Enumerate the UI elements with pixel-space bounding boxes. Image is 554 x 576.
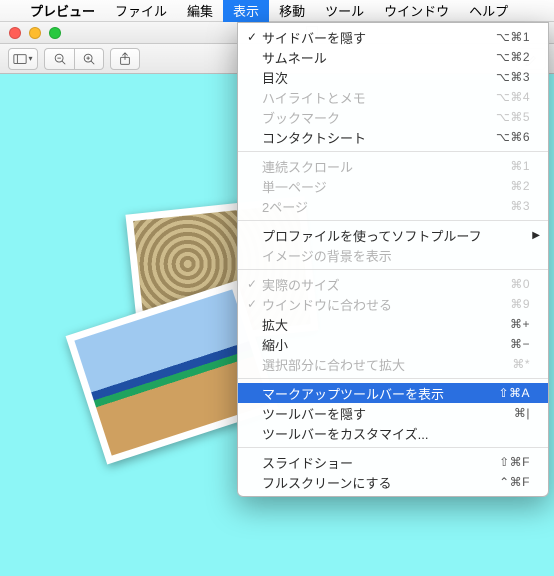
menu-item-label: 2ページ [260,197,510,216]
menu-item[interactable]: 縮小⌘− [238,334,548,354]
menu-shortcut: ⌘3 [510,199,530,213]
menu-item: 選択部分に合わせて拡大⌘* [238,354,548,374]
checkmark-icon: ✓ [244,277,260,291]
menu-item-label: サムネール [260,48,496,67]
submenu-arrow-icon: ▶ [532,230,540,241]
menu-shortcut: ⌥⌘3 [496,70,530,84]
menu-shortcut: ⌥⌘5 [496,110,530,124]
checkmark-icon: ✓ [244,297,260,311]
menu-shortcut: ⌘0 [510,277,530,291]
menu-help[interactable]: ヘルプ [459,0,518,22]
menu-item[interactable]: 拡大⌘+ [238,314,548,334]
menu-item-label: 連続スクロール [260,157,510,176]
close-button[interactable] [9,27,21,39]
menu-item[interactable]: 目次⌥⌘3 [238,67,548,87]
minimize-button[interactable] [29,27,41,39]
menu-item-label: プロファイルを使ってソフトプルーフ [260,226,530,245]
menu-shortcut: ⌥⌘4 [496,90,530,104]
menu-item-label: 単一ページ [260,177,510,196]
menu-item[interactable]: フルスクリーンにする⌃⌘F [238,472,548,492]
zoom-in-button[interactable] [74,48,104,70]
menu-go[interactable]: 移動 [269,0,315,22]
menu-item[interactable]: サムネール⌥⌘2 [238,47,548,67]
menu-item: イメージの背景を表示 [238,245,548,265]
menu-shortcut: ⌃⌘F [499,475,530,489]
menu-item-label: サイドバーを隠す [260,28,496,47]
menu-item: 連続スクロール⌘1 [238,156,548,176]
menu-item-label: ブックマーク [260,108,496,127]
zoom-button[interactable] [49,27,61,39]
menu-shortcut: ⇧⌘F [499,455,530,469]
menu-item-label: コンタクトシート [260,128,496,147]
menu-item: ブックマーク⌥⌘5 [238,107,548,127]
menu-item-label: 実際のサイズ [260,275,510,294]
menu-item-label: マークアップツールバーを表示 [260,384,498,403]
chevron-down-icon: ▾ [28,54,32,63]
menu-item: ✓ウインドウに合わせる⌘9 [238,294,548,314]
menu-shortcut: ⌘| [514,406,530,420]
menu-item-label: 選択部分に合わせて拡大 [260,355,512,374]
menu-shortcut: ⌘+ [510,317,530,331]
menu-item[interactable]: ✓サイドバーを隠す⌥⌘1 [238,27,548,47]
menu-item[interactable]: ツールバーを隠す⌘| [238,403,548,423]
menu-item-label: ウインドウに合わせる [260,295,510,314]
menu-item-label: ツールバーをカスタマイズ... [260,424,530,443]
sidebar-toggle-button[interactable]: ▾ [8,48,38,70]
menu-shortcut: ⌥⌘2 [496,50,530,64]
menu-shortcut: ⌘9 [510,297,530,311]
menu-item[interactable]: プロファイルを使ってソフトプルーフ▶ [238,225,548,245]
menu-item-label: 拡大 [260,315,510,334]
system-menubar: プレビュー ファイル 編集 表示 移動 ツール ウインドウ ヘルプ [0,0,554,22]
menu-tools[interactable]: ツール [315,0,374,22]
menu-item-label: イメージの背景を表示 [260,246,530,265]
menu-shortcut: ⌘2 [510,179,530,193]
app-menu[interactable]: プレビュー [20,0,105,22]
menu-item-label: スライドショー [260,453,499,472]
checkmark-icon: ✓ [244,30,260,44]
traffic-lights [9,27,61,39]
view-menu-dropdown: ✓サイドバーを隠す⌥⌘1サムネール⌥⌘2目次⌥⌘3ハイライトとメモ⌥⌘4ブックマ… [237,22,549,497]
menu-item[interactable]: スライドショー⇧⌘F [238,452,548,472]
menu-file[interactable]: ファイル [105,0,177,22]
menu-shortcut: ⇧⌘A [498,386,530,400]
menu-shortcut: ⌥⌘6 [496,130,530,144]
menu-view[interactable]: 表示 [223,0,269,22]
menu-item-label: ハイライトとメモ [260,88,496,107]
menu-item-label: ツールバーを隠す [260,404,514,423]
menu-shortcut: ⌥⌘1 [496,30,530,44]
menu-shortcut: ⌘* [512,357,530,371]
menu-item-label: 目次 [260,68,496,87]
menu-shortcut: ⌘− [510,337,530,351]
menu-item: 単一ページ⌘2 [238,176,548,196]
menu-item[interactable]: ツールバーをカスタマイズ... [238,423,548,443]
zoom-out-button[interactable] [44,48,74,70]
menu-item: 2ページ⌘3 [238,196,548,216]
menu-window[interactable]: ウインドウ [374,0,459,22]
menu-item-label: フルスクリーンにする [260,473,499,492]
share-button[interactable] [110,48,140,70]
menu-item: ハイライトとメモ⌥⌘4 [238,87,548,107]
menu-item-label: 縮小 [260,335,510,354]
menu-item: ✓実際のサイズ⌘0 [238,274,548,294]
menu-item[interactable]: コンタクトシート⌥⌘6 [238,127,548,147]
menu-item[interactable]: マークアップツールバーを表示⇧⌘A [238,383,548,403]
menu-edit[interactable]: 編集 [177,0,223,22]
menu-shortcut: ⌘1 [510,159,530,173]
